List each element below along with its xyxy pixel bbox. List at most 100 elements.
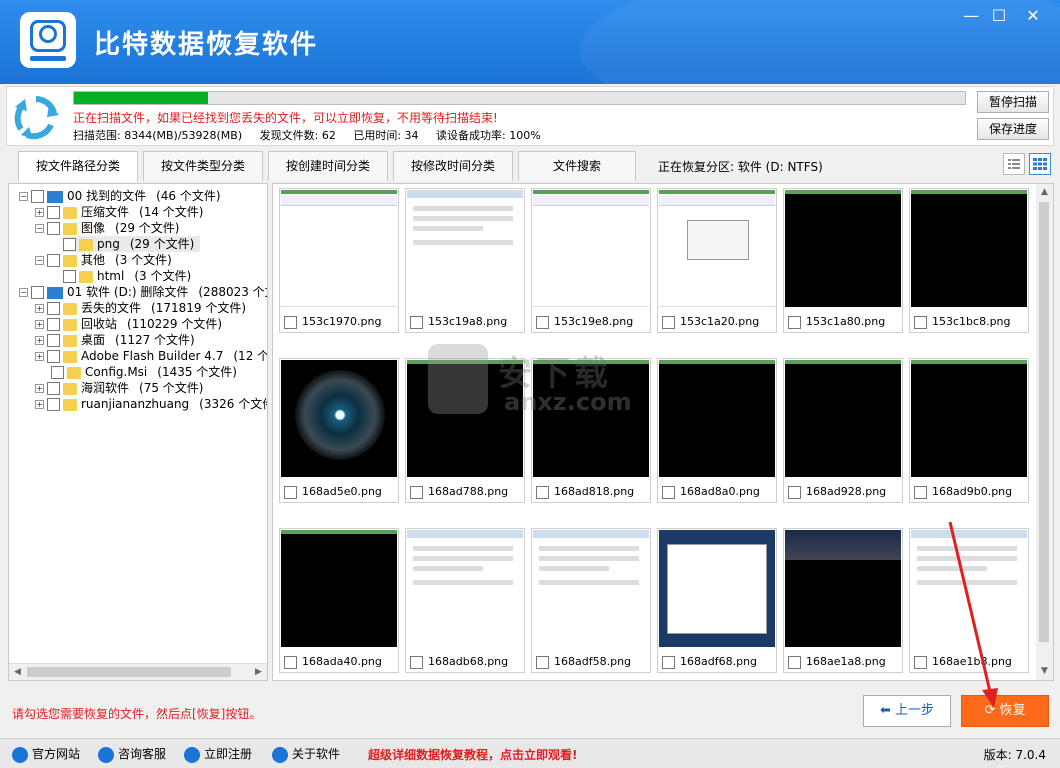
checkbox[interactable]	[63, 270, 76, 283]
file-card[interactable]: 168ad9b0.png	[909, 358, 1029, 503]
tab-by-created[interactable]: 按创建时间分类	[268, 151, 388, 181]
tree-node[interactable]: − 其他 (3 个文件)	[35, 252, 172, 268]
register-link[interactable]: 立即注册	[184, 742, 252, 766]
checkbox[interactable]	[63, 238, 76, 251]
checkbox[interactable]	[31, 286, 44, 299]
file-card[interactable]: 168adf58.png	[531, 528, 651, 673]
expand-icon[interactable]: +	[35, 400, 44, 409]
checkbox[interactable]	[47, 382, 60, 395]
expand-icon[interactable]: +	[35, 208, 44, 217]
file-card[interactable]: 153c19e8.png	[531, 188, 651, 333]
file-checkbox[interactable]	[536, 315, 549, 329]
tree-node[interactable]: + 丢失的文件 (171819 个文件)	[35, 300, 246, 316]
minimize-icon[interactable]: —	[960, 6, 982, 26]
file-card[interactable]: 168adf68.png	[657, 528, 777, 673]
expand-icon[interactable]: +	[35, 320, 44, 329]
file-checkbox[interactable]	[284, 655, 297, 669]
file-card[interactable]: 168adb68.png	[405, 528, 525, 673]
list-view-icon[interactable]	[1003, 153, 1025, 175]
file-checkbox[interactable]	[914, 315, 927, 329]
tree-node[interactable]: + 回收站 (110229 个文件)	[35, 316, 222, 332]
file-checkbox[interactable]	[914, 655, 927, 669]
tree-node[interactable]: +ruanjiananzhuang(3326 个文件)	[35, 396, 267, 412]
grid-view-icon[interactable]	[1029, 153, 1051, 175]
scrollbar-thumb[interactable]	[1039, 202, 1049, 642]
scroll-down-icon[interactable]: ▼	[1036, 663, 1053, 680]
collapse-icon[interactable]: −	[19, 192, 28, 201]
grid-vertical-scrollbar[interactable]: ▲ ▼	[1036, 184, 1053, 680]
official-site-link[interactable]: 官方网站	[12, 742, 80, 766]
file-card[interactable]: 153c19a8.png	[405, 188, 525, 333]
about-link[interactable]: 关于软件	[272, 742, 340, 766]
file-card[interactable]: 153c1970.png	[279, 188, 399, 333]
checkbox[interactable]	[31, 190, 44, 203]
file-card[interactable]: 168ae1b8.png	[909, 528, 1029, 673]
file-checkbox[interactable]	[536, 485, 549, 499]
expand-icon[interactable]: +	[35, 304, 44, 313]
file-checkbox[interactable]	[788, 655, 801, 669]
recover-button[interactable]: ⟳ 恢复	[961, 695, 1049, 727]
tree-node[interactable]: + 压缩文件 (14 个文件)	[35, 204, 203, 220]
file-card[interactable]: 168ae1a8.png	[783, 528, 903, 673]
file-card[interactable]: 168ad928.png	[783, 358, 903, 503]
file-checkbox[interactable]	[662, 315, 675, 329]
scroll-up-icon[interactable]: ▲	[1036, 184, 1053, 201]
tab-by-type[interactable]: 按文件类型分类	[143, 151, 263, 181]
checkbox[interactable]	[47, 318, 60, 331]
file-card[interactable]: 153c1bc8.png	[909, 188, 1029, 333]
file-checkbox[interactable]	[662, 485, 675, 499]
tree-node[interactable]: −01 软件 (D:) 删除文件(288023 个文件)	[19, 284, 267, 300]
expand-icon[interactable]: +	[35, 384, 44, 393]
tree-horizontal-scrollbar[interactable]: ◀ ▶	[9, 663, 267, 680]
scroll-right-icon[interactable]: ▶	[250, 664, 267, 680]
file-checkbox[interactable]	[914, 485, 927, 499]
tab-by-path[interactable]: 按文件路径分类	[18, 151, 138, 182]
file-checkbox[interactable]	[284, 315, 297, 329]
prev-step-button[interactable]: ⬅ 上一步	[863, 695, 951, 727]
file-checkbox[interactable]	[284, 485, 297, 499]
tab-file-search[interactable]: 文件搜索	[518, 151, 636, 181]
tree-node[interactable]: +Adobe Flash Builder 4.7(12 个文件	[35, 348, 267, 364]
file-card[interactable]: 153c1a80.png	[783, 188, 903, 333]
checkbox[interactable]	[47, 302, 60, 315]
checkbox[interactable]	[47, 222, 60, 235]
file-card[interactable]: 168ad8a0.png	[657, 358, 777, 503]
expand-icon[interactable]: +	[35, 352, 44, 361]
close-icon[interactable]: ✕	[1022, 6, 1044, 26]
collapse-icon[interactable]: −	[35, 224, 44, 233]
save-progress-button[interactable]: 保存进度	[977, 118, 1049, 140]
file-card[interactable]: 168ad5e0.png	[279, 358, 399, 503]
file-checkbox[interactable]	[410, 485, 423, 499]
tree-node[interactable]: + 海润软件 (75 个文件)	[35, 380, 203, 396]
tree-node[interactable]: − 图像 (29 个文件)	[35, 220, 179, 236]
checkbox[interactable]	[51, 366, 64, 379]
file-checkbox[interactable]	[788, 315, 801, 329]
file-card[interactable]: 153c1a20.png	[657, 188, 777, 333]
file-card[interactable]: 168ada40.png	[279, 528, 399, 673]
file-checkbox[interactable]	[536, 655, 549, 669]
tree-node-selected[interactable]: png (29 个文件)	[63, 236, 201, 252]
file-checkbox[interactable]	[410, 655, 423, 669]
checkbox[interactable]	[47, 334, 60, 347]
support-link[interactable]: 咨询客服	[98, 742, 166, 766]
tree-node[interactable]: + 桌面 (1127 个文件)	[35, 332, 195, 348]
expand-icon[interactable]: +	[35, 336, 44, 345]
file-checkbox[interactable]	[410, 315, 423, 329]
tree-node[interactable]: −00 找到的文件 (46 个文件)	[19, 188, 221, 204]
checkbox[interactable]	[47, 206, 60, 219]
checkbox[interactable]	[47, 254, 60, 267]
scrollbar-thumb[interactable]	[27, 667, 231, 677]
checkbox[interactable]	[47, 350, 60, 363]
tree-node[interactable]: html (3 个文件)	[63, 268, 191, 284]
collapse-icon[interactable]: −	[35, 256, 44, 265]
tutorial-promo-link[interactable]: 超级详细数据恢复教程，点击立即观看!	[368, 746, 577, 763]
file-checkbox[interactable]	[662, 655, 675, 669]
file-checkbox[interactable]	[788, 485, 801, 499]
maximize-icon[interactable]: ☐	[988, 6, 1010, 26]
scroll-left-icon[interactable]: ◀	[9, 664, 26, 680]
checkbox[interactable]	[47, 398, 60, 411]
tree-node[interactable]: Config.Msi (1435 个文件)	[51, 364, 237, 380]
pause-scan-button[interactable]: 暂停扫描	[977, 91, 1049, 113]
tab-by-modified[interactable]: 按修改时间分类	[393, 151, 513, 181]
collapse-icon[interactable]: −	[19, 288, 28, 297]
